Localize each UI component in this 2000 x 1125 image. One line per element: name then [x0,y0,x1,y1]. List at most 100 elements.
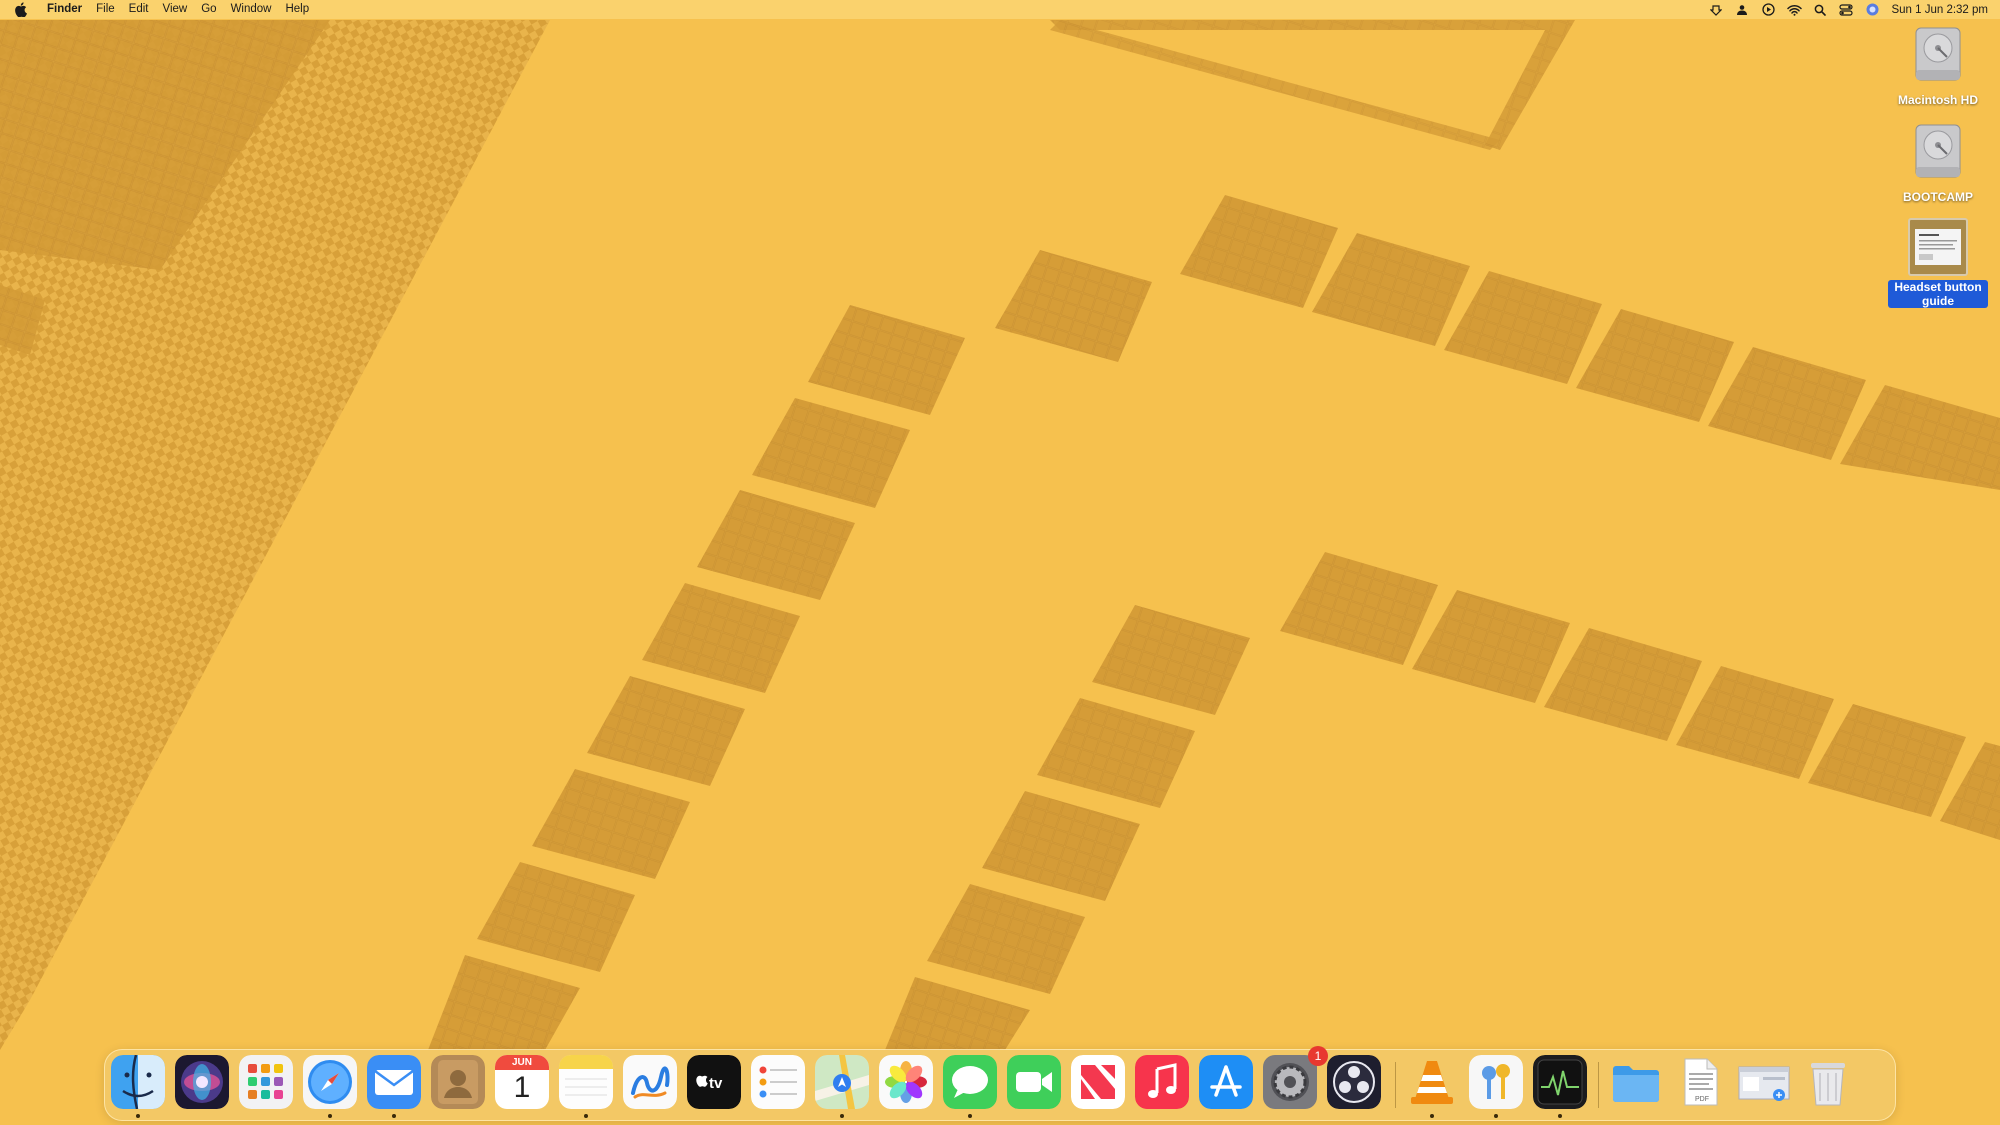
control-center-icon[interactable] [1838,2,1854,18]
app-store-icon [1199,1055,1253,1109]
menu-bar-clock[interactable]: Sun 1 Jun 2:32 pm [1891,4,1988,16]
dock-finder[interactable] [111,1055,165,1109]
menu-help[interactable]: Help [278,0,316,19]
running-indicator [840,1114,844,1118]
desktop-icon-macintosh-hd[interactable]: Macintosh HD [1888,26,1988,107]
dock-freeform[interactable] [623,1055,677,1109]
dock-system-settings[interactable] [1263,1055,1317,1109]
dock-activity-monitor[interactable] [1533,1055,1587,1109]
reminders-icon [751,1055,805,1109]
calendar-month: JUN [495,1055,549,1070]
maps-icon [815,1055,869,1109]
running-indicator [1430,1114,1434,1118]
running-indicator [1558,1114,1562,1118]
launchpad-icon [239,1055,293,1109]
dock-calendar[interactable]: JUN 1 [495,1055,549,1109]
dock-app-store[interactable] [1199,1055,1253,1109]
dock-launchpad[interactable] [239,1055,293,1109]
dock-safari[interactable] [303,1055,357,1109]
desktop-wallpaper [0,0,2000,1125]
document-thumbnail-icon [1908,218,1968,276]
menu-window[interactable]: Window [224,0,279,19]
dock-messages[interactable] [943,1055,997,1109]
dock-photos[interactable] [879,1055,933,1109]
keychain-icon [1469,1055,1523,1109]
news-icon [1071,1055,1125,1109]
menu-edit[interactable]: Edit [122,0,156,19]
menu-file[interactable]: File [89,0,122,19]
dock-obs[interactable] [1327,1055,1381,1109]
dock-document-stack[interactable]: PDF [1673,1055,1727,1109]
menu-app-name[interactable]: Finder [40,0,89,19]
notification-badge: 1 [1308,1046,1328,1066]
desktop-icon-label: Headset button guide [1888,280,1988,308]
notes-icon [559,1055,613,1109]
dock-siri[interactable] [175,1055,229,1109]
menu-bar-status-area: Sun 1 Jun 2:32 pm [1703,0,2000,19]
running-indicator [328,1114,332,1118]
hard-drive-icon [1913,123,1963,186]
menu-view[interactable]: View [156,0,195,19]
dock-downloads-stack[interactable] [1609,1055,1663,1109]
photos-icon [879,1055,933,1109]
finder-icon [111,1055,165,1109]
running-indicator [1494,1114,1498,1118]
siri-icon [175,1055,229,1109]
running-indicator [392,1114,396,1118]
safari-icon [303,1055,357,1109]
menu-bar-left: Finder File Edit View Go Window Help [0,0,316,19]
dock-separator [1598,1062,1599,1108]
running-indicator [584,1114,588,1118]
desktop-icon-bootcamp[interactable]: BOOTCAMP [1888,123,1988,204]
music-icon [1135,1055,1189,1109]
search-icon[interactable] [1812,2,1828,18]
dock-contacts[interactable] [431,1055,485,1109]
folder-icon [1609,1055,1663,1109]
calendar-day: 1 [513,1071,531,1104]
desktop-icon-label: BOOTCAMP [1903,190,1973,204]
dock-screenshot-stack[interactable] [1737,1055,1791,1109]
facetime-icon [1007,1055,1061,1109]
running-indicator [968,1114,972,1118]
dock-reminders[interactable] [751,1055,805,1109]
dock-news[interactable] [1071,1055,1125,1109]
dock: JUN 1 tv 1 PDF [104,1046,1896,1121]
dock-notes[interactable] [559,1055,613,1109]
dock-separator [1395,1062,1396,1108]
menu-bar: Finder File Edit View Go Window Help Sun… [0,0,2000,19]
menu-go[interactable]: Go [194,0,223,19]
apple-menu-icon[interactable] [14,2,30,18]
dock-trash[interactable] [1801,1055,1855,1109]
screenshot-icon [1737,1055,1791,1109]
trash-icon [1801,1055,1855,1109]
dock-vlc[interactable] [1405,1055,1459,1109]
dock-mail[interactable] [367,1055,421,1109]
svg-text:PDF: PDF [1695,1096,1709,1103]
messages-icon [943,1055,997,1109]
gear-icon [1263,1055,1317,1109]
dock-maps[interactable] [815,1055,869,1109]
calendar-icon: JUN 1 [495,1055,549,1109]
dock-facetime[interactable] [1007,1055,1061,1109]
siri-icon[interactable] [1864,2,1880,18]
wifi-icon[interactable] [1786,2,1802,18]
activity-monitor-icon [1533,1055,1587,1109]
desktop-icon-label: Macintosh HD [1897,93,1978,107]
hard-drive-icon [1913,26,1963,89]
svg-text:tv: tv [709,1075,723,1092]
play-circle-icon[interactable] [1760,2,1776,18]
mail-icon [367,1055,421,1109]
freeform-icon [623,1055,677,1109]
backup-icon[interactable] [1708,2,1724,18]
dock-music[interactable] [1135,1055,1189,1109]
user-icon[interactable] [1734,2,1750,18]
desktop-icon-headset-button-guide[interactable]: Headset button guide [1888,218,1988,308]
dock-apple-tv[interactable]: tv [687,1055,741,1109]
running-indicator [136,1114,140,1118]
contacts-icon [431,1055,485,1109]
pdf-document-icon: PDF [1673,1055,1727,1109]
apple-tv-icon: tv [687,1055,741,1109]
vlc-icon [1405,1055,1459,1109]
obs-icon [1327,1055,1381,1109]
dock-keychain[interactable] [1469,1055,1523,1109]
